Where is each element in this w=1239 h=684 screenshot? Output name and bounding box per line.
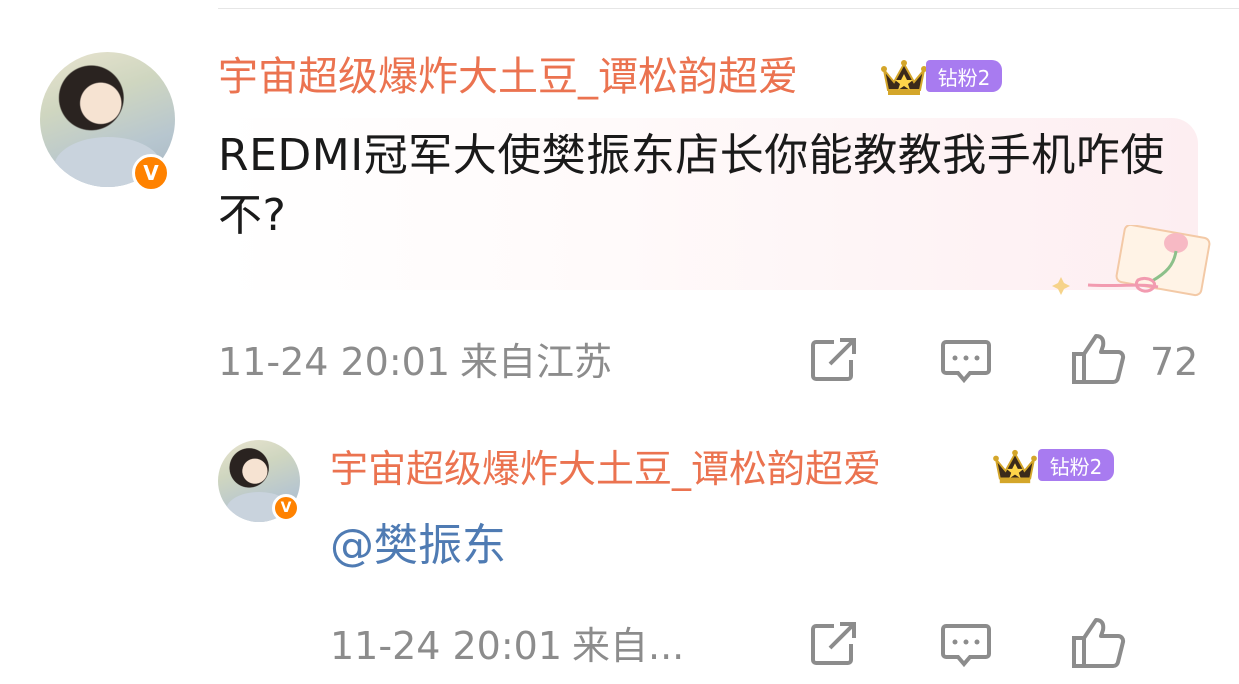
reply-avatar[interactable]: V xyxy=(218,440,300,522)
crown-icon xyxy=(993,449,1037,484)
reply-username[interactable]: 宇宙超级爆炸大土豆_谭松韵超爱 xyxy=(330,445,881,493)
reply-date: 11-24 20:01 xyxy=(330,624,563,668)
crown-icon xyxy=(881,60,927,95)
comment-text: REDMI冠军大使樊振东店长你能教教我手机咋使不? xyxy=(218,130,1165,241)
flower-sticker-icon xyxy=(1052,225,1211,297)
comment-location: 来自江苏 xyxy=(460,340,613,384)
like-count: 72 xyxy=(1150,340,1199,384)
comment-icon[interactable] xyxy=(940,338,992,386)
verified-badge-icon: V xyxy=(132,154,170,192)
top-divider xyxy=(218,8,1239,9)
avatar[interactable]: V xyxy=(40,52,175,192)
comment-date: 11-24 20:01 xyxy=(218,340,451,384)
verified-badge-icon: V xyxy=(272,494,300,522)
fan-badge: 钻粉2 xyxy=(1038,449,1114,481)
fan-badge: 钻粉2 xyxy=(926,60,1002,92)
share-icon[interactable] xyxy=(808,620,860,668)
reply-location: 来自... xyxy=(572,624,685,668)
like-icon[interactable] xyxy=(1070,616,1128,670)
comment-icon[interactable] xyxy=(940,622,992,670)
comment-username[interactable]: 宇宙超级爆炸大土豆_谭松韵超爱 xyxy=(218,52,798,102)
reply-mention-link[interactable]: @樊振东 xyxy=(330,518,506,574)
share-icon[interactable] xyxy=(808,336,860,384)
like-icon[interactable] xyxy=(1070,332,1128,386)
